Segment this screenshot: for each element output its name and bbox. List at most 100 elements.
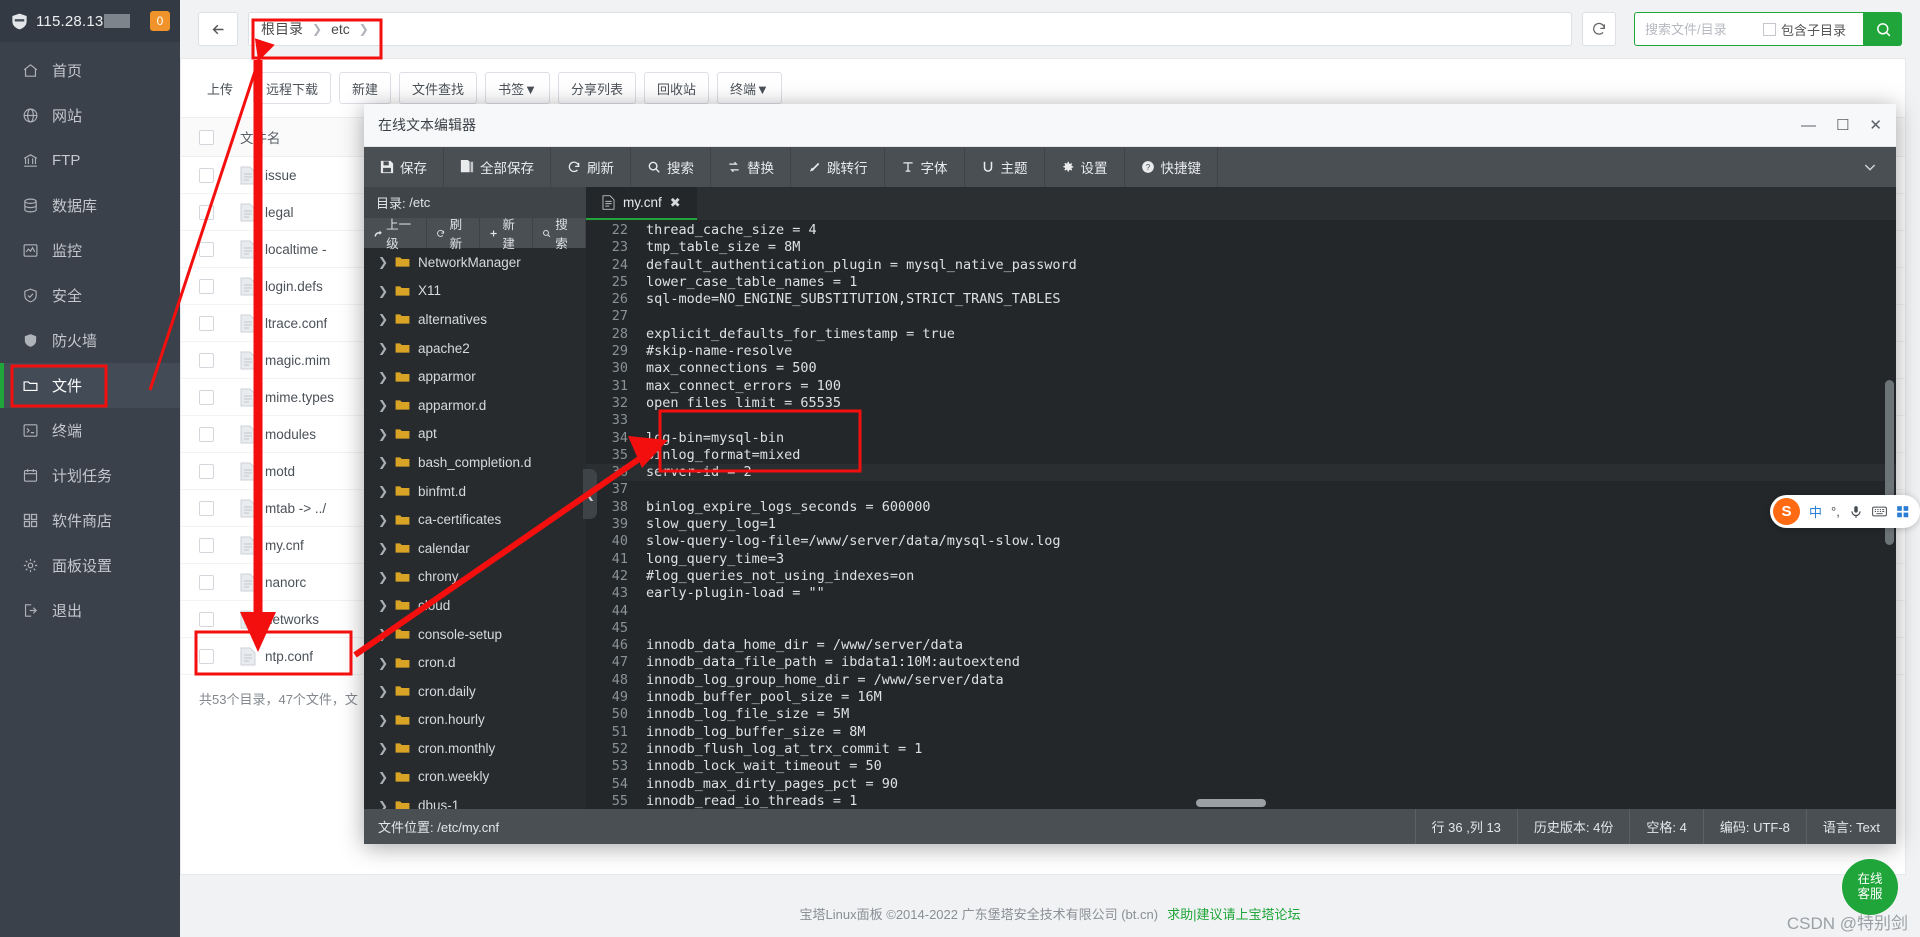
tree-folder-item[interactable]: ❯ cron.hourly [364, 706, 586, 735]
file-name[interactable]: mtab -> ../ [265, 501, 326, 516]
horizontal-scrollbar[interactable] [1196, 799, 1266, 807]
code-line[interactable]: 46 innodb_data_home_dir = /www/server/dat… [586, 637, 1896, 654]
code-line[interactable]: 25 lower_case_table_names = 1 [586, 274, 1896, 291]
tree-folder-item[interactable]: ❯ console-setup [364, 620, 586, 649]
goto-line-button[interactable]: 跳转行 [791, 147, 885, 187]
new-button[interactable]: 新建 [339, 72, 392, 104]
tree-folder-item[interactable]: ❯ binfmt.d [364, 477, 586, 506]
row-checkbox[interactable] [199, 352, 214, 368]
sidebar-item-website[interactable]: 网站 [0, 93, 180, 138]
code-line[interactable]: 44 [586, 603, 1896, 620]
tree-folder-item[interactable]: ❯ cron.weekly [364, 763, 586, 792]
file-name[interactable]: mime.types [265, 390, 334, 405]
code-line[interactable]: 47 innodb_data_file_path = ibdata1:10M:au… [586, 654, 1896, 671]
chevron-right-icon[interactable]: ❯ [378, 713, 388, 727]
chevron-right-icon[interactable]: ❯ [378, 799, 388, 809]
tree-folder-item[interactable]: ❯ apparmor.d [364, 391, 586, 420]
tree-folder-item[interactable]: ❯ apt [364, 420, 586, 449]
code-line[interactable]: 35 binlog_format=mixed [586, 447, 1896, 464]
code-line[interactable]: 54 innodb_max_dirty_pages_pct = 90 [586, 776, 1896, 793]
minimize-icon[interactable]: — [1801, 118, 1816, 133]
code-line[interactable]: 24 default_authentication_plugin = mysql_… [586, 257, 1896, 274]
toolbar-collapse-button[interactable] [1844, 147, 1896, 187]
sidebar-item-terminal[interactable]: 终端 [0, 408, 180, 453]
file-name[interactable]: issue [265, 168, 297, 183]
code-line[interactable]: 33 [586, 412, 1896, 429]
code-line[interactable]: 53 innodb_lock_wait_timeout = 50 [586, 758, 1896, 775]
tree-folder-item[interactable]: ❯ bash_completion.d [364, 448, 586, 477]
tree-folder-item[interactable]: ❯ ca-certificates [364, 505, 586, 534]
editor-refresh-button[interactable]: 刷新 [551, 147, 631, 187]
keyboard-icon[interactable] [1871, 505, 1887, 518]
code-line[interactable]: 45 [586, 620, 1896, 637]
row-checkbox[interactable] [199, 463, 214, 479]
replace-button[interactable]: 替换 [711, 147, 791, 187]
sidebar-item-appstore[interactable]: 软件商店 [0, 498, 180, 543]
code-line[interactable]: 32 open_files_limit = 65535 [586, 395, 1896, 412]
sidebar-item-settings[interactable]: 面板设置 [0, 543, 180, 588]
file-name[interactable]: ntp.conf [265, 649, 313, 664]
tree-folder-item[interactable]: ❯ alternatives [364, 305, 586, 334]
row-checkbox[interactable] [199, 278, 214, 294]
row-checkbox[interactable] [199, 315, 214, 331]
refresh-button[interactable] [1582, 12, 1616, 46]
select-all-checkbox[interactable] [199, 129, 214, 145]
file-name[interactable]: modules [265, 427, 316, 442]
row-checkbox[interactable] [199, 537, 214, 553]
indent-setting[interactable]: 空格: 4 [1629, 809, 1702, 844]
history-versions[interactable]: 历史版本: 4份 [1516, 809, 1629, 844]
sidebar-item-firewall[interactable]: 防火墙 [0, 318, 180, 363]
chevron-right-icon[interactable]: ❯ [378, 455, 388, 469]
tab-close-icon[interactable]: ✖ [670, 195, 681, 211]
editor-settings-button[interactable]: 设置 [1045, 147, 1125, 187]
code-line[interactable]: 37 [586, 481, 1896, 498]
chevron-right-icon[interactable]: ❯ [378, 341, 388, 355]
search-button[interactable] [1864, 12, 1902, 46]
tab-my-cnf[interactable]: my.cnf ✖ [586, 187, 697, 220]
chevron-right-icon[interactable]: ❯ [378, 770, 388, 784]
shortcuts-button[interactable]: ? 快捷键 [1125, 147, 1218, 187]
tree-search-button[interactable]: 搜索 [533, 218, 587, 251]
notification-badge[interactable]: 0 [150, 11, 170, 31]
tree-folder-item[interactable]: ❯ apparmor [364, 362, 586, 391]
ime-toolbar[interactable]: S 中 °, [1770, 495, 1920, 528]
encoding-setting[interactable]: 编码: UTF-8 [1702, 809, 1806, 844]
sidebar-item-database[interactable]: 数据库 [0, 183, 180, 228]
sidebar-item-monitor[interactable]: 监控 [0, 228, 180, 273]
row-checkbox[interactable] [199, 389, 214, 405]
theme-button[interactable]: 主题 [965, 147, 1045, 187]
code-line[interactable]: 52 innodb_flush_log_at_trx_commit = 1 [586, 741, 1896, 758]
tree-folder-item[interactable]: ❯ dbus-1 [364, 791, 586, 809]
code-line[interactable]: 50 innodb_log_file_size = 5M [586, 706, 1896, 723]
code-line[interactable]: 23 tmp_table_size = 8M [586, 239, 1896, 256]
remote-download-button[interactable]: 远程下载 [253, 72, 332, 104]
file-name[interactable]: motd [265, 464, 295, 479]
find-file-button[interactable]: 文件查找 [399, 72, 478, 104]
save-all-button[interactable]: 全部保存 [444, 147, 551, 187]
sidebar-item-security[interactable]: 安全 [0, 273, 180, 318]
search-box[interactable]: 包含子目录 [1634, 12, 1864, 46]
forum-link[interactable]: 求助|建议请上宝塔论坛 [1167, 904, 1300, 923]
file-name-my-cnf[interactable]: my.cnf [265, 538, 304, 553]
code-line[interactable]: 26 sql-mode=NO_ENGINE_SUBSTITUTION,STRICT… [586, 291, 1896, 308]
tree-refresh-button[interactable]: 刷新 [427, 218, 481, 251]
chevron-right-icon[interactable]: ❯ [378, 427, 388, 441]
code-line[interactable]: 34 log-bin=mysql-bin [586, 430, 1896, 447]
chevron-right-icon[interactable]: ❯ [378, 312, 388, 326]
sidebar-item-crontab[interactable]: 计划任务 [0, 453, 180, 498]
tree-folder-item[interactable]: ❯ cron.d [364, 648, 586, 677]
code-line[interactable]: 36 server-id = 2 [586, 464, 1896, 482]
code-line[interactable]: 41 long_query_time=3 [586, 551, 1896, 568]
ime-punctuation[interactable]: °, [1831, 504, 1840, 519]
chevron-right-icon[interactable]: ❯ [378, 513, 388, 527]
chevron-right-icon[interactable]: ❯ [378, 598, 388, 612]
chevron-right-icon[interactable]: ❯ [378, 484, 388, 498]
code-area[interactable]: 22 thread_cache_size = 4 23 tmp_table_size … [586, 220, 1896, 809]
tree-folder-item[interactable]: ❯ cron.daily [364, 677, 586, 706]
code-line[interactable]: 51 innodb_log_buffer_size = 8M [586, 724, 1896, 741]
code-line[interactable]: 39 slow_query_log=1 [586, 516, 1896, 533]
file-name[interactable]: magic.mim [265, 353, 330, 368]
chevron-right-icon[interactable]: ❯ [378, 255, 388, 269]
tree-folder-item[interactable]: ❯ cloud [364, 591, 586, 620]
row-checkbox[interactable] [199, 204, 214, 220]
